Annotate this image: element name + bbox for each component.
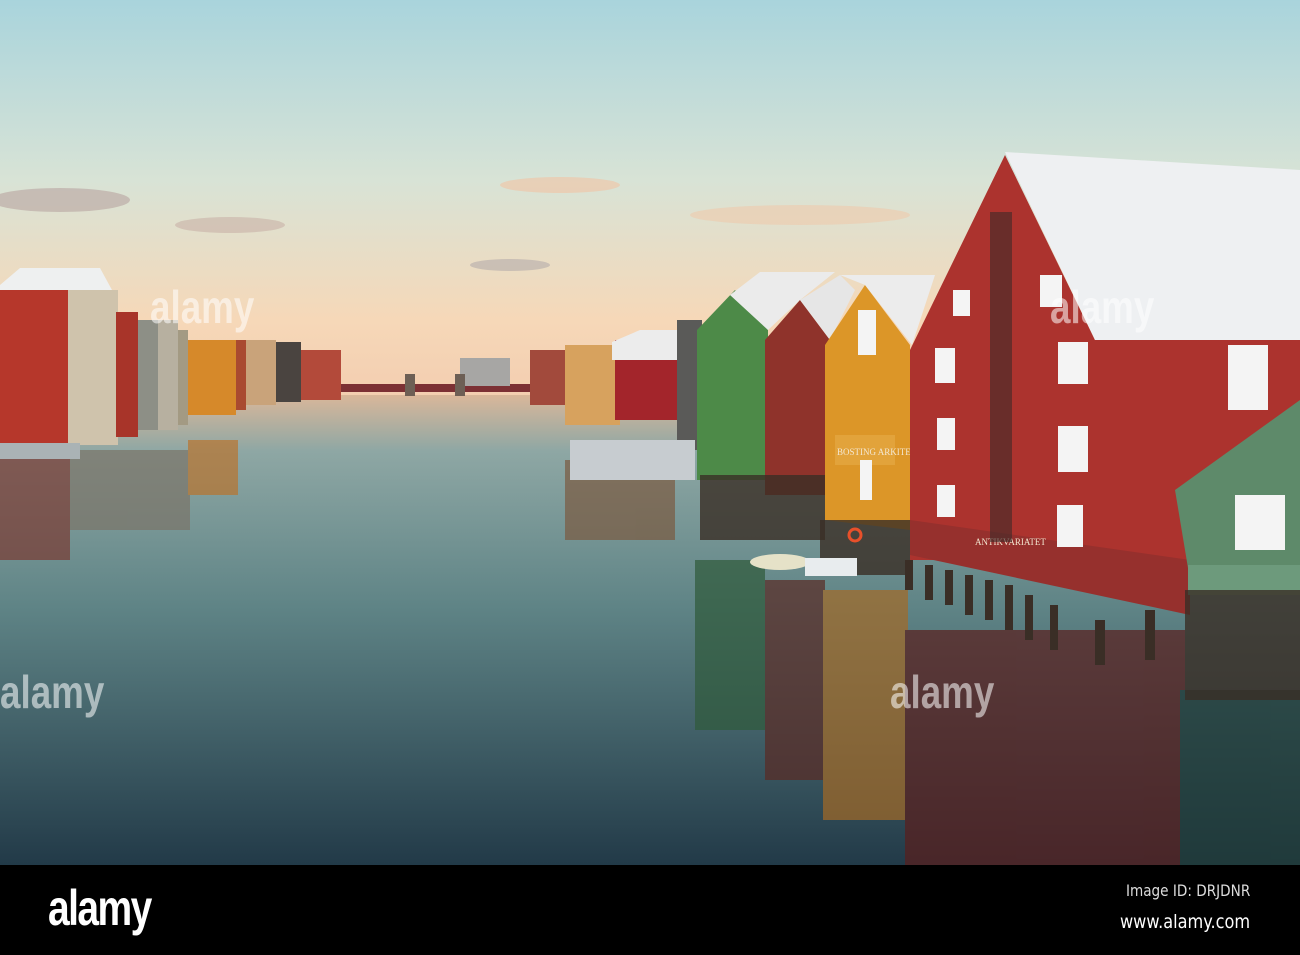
watermark: alamy [890, 666, 995, 718]
watermark: alamy [150, 281, 255, 333]
image-id: Image ID: DRJDNR [1125, 881, 1250, 900]
alamy-logo: alamy [48, 880, 152, 936]
footer-bar: alamy Image ID: DRJDNR www.alamy.com [0, 865, 1300, 955]
watermark: alamy [1050, 281, 1155, 333]
photo-canal-warehouses: BOSTING ARKITEKTER AS ANTIKVARIATET [0, 0, 1300, 865]
site-url: www.alamy.com [1119, 911, 1250, 933]
watermark: alamy [0, 666, 105, 718]
